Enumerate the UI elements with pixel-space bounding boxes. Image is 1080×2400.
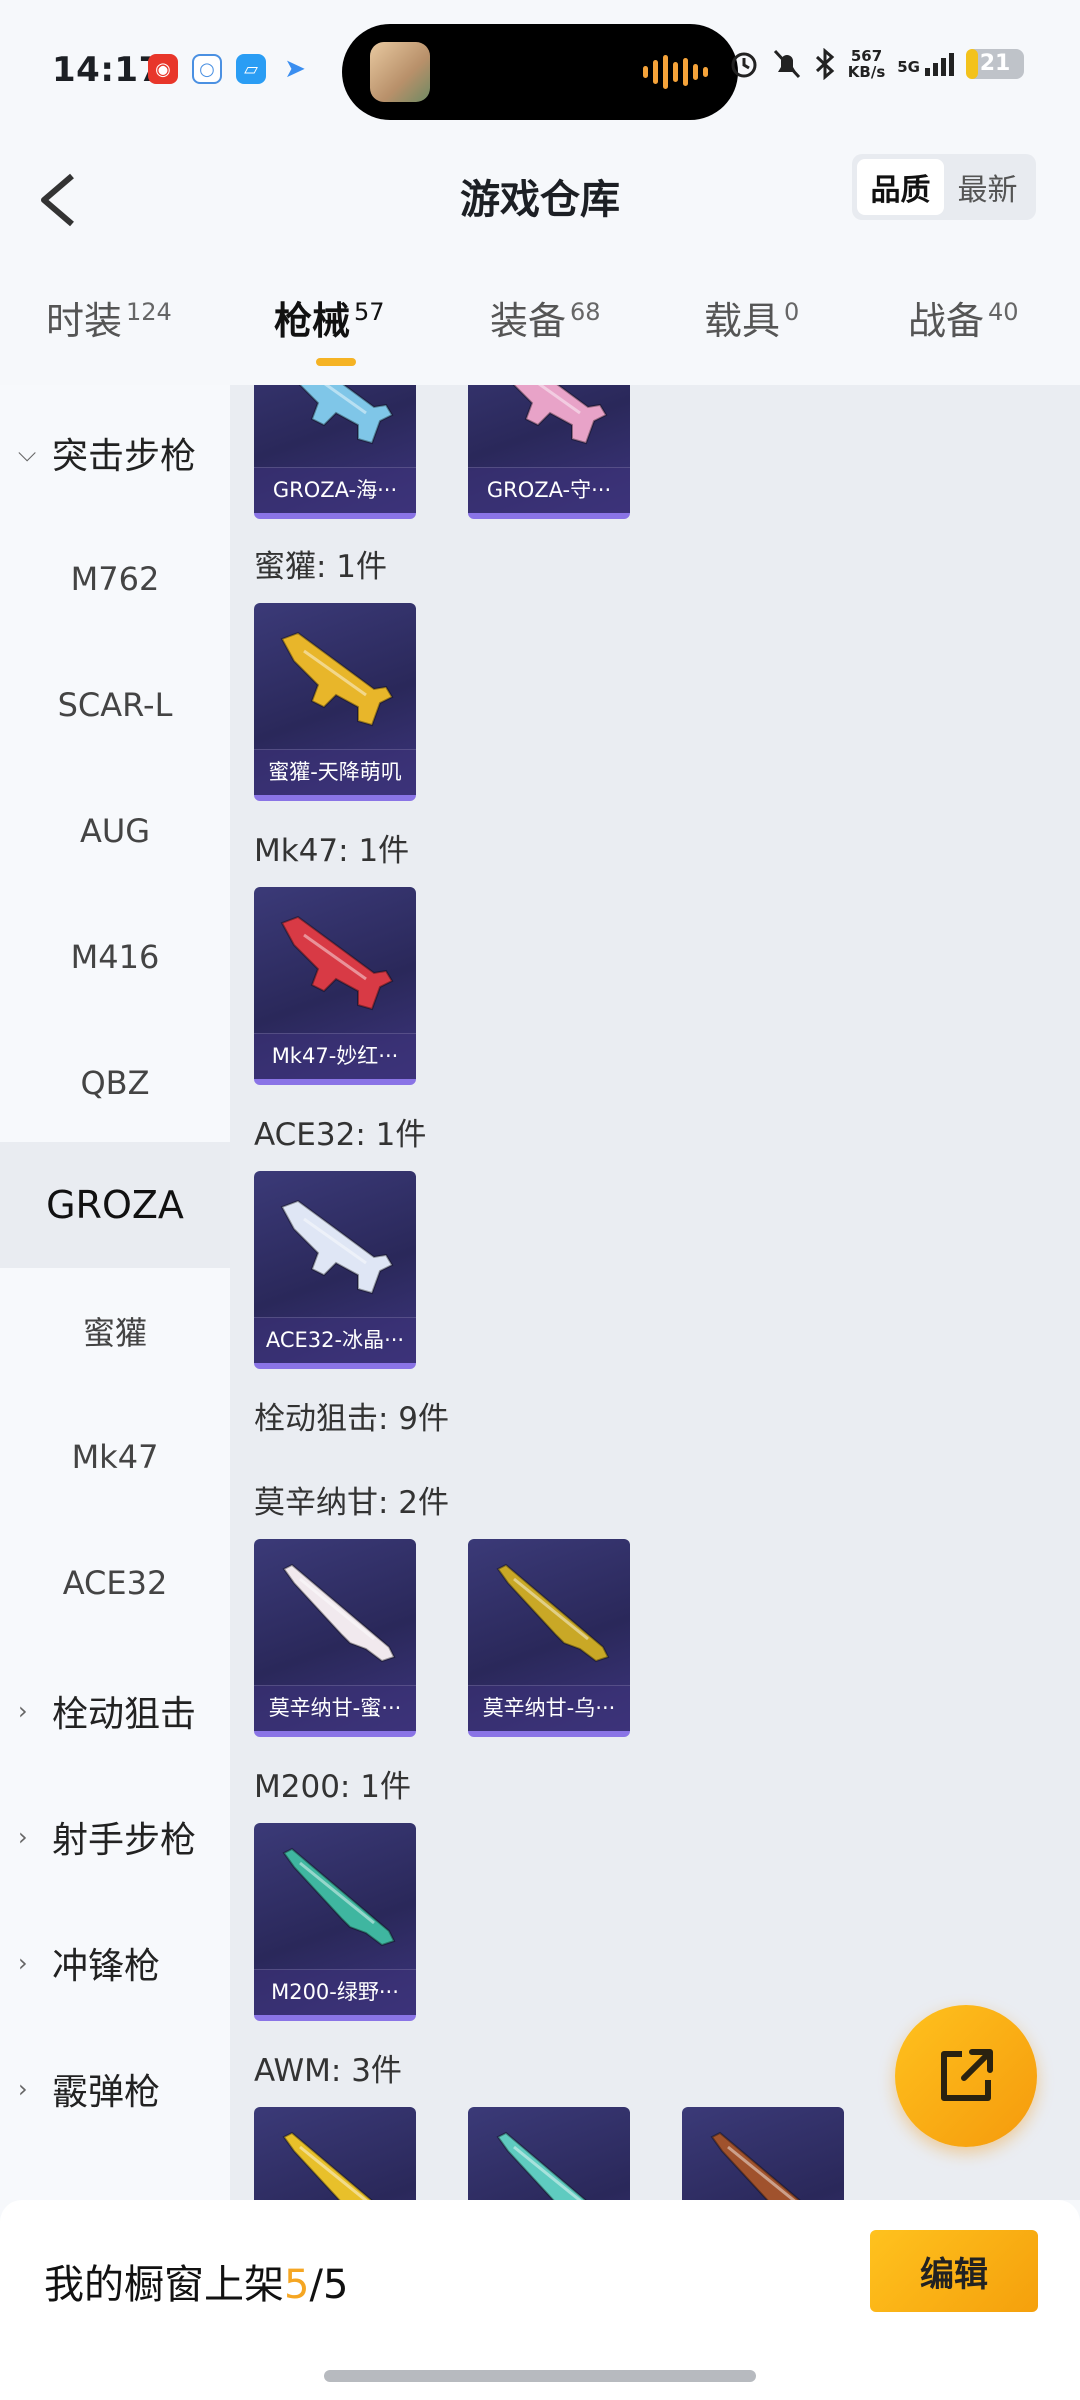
share-button[interactable]: [895, 2005, 1037, 2147]
cellular-signal-icon: 5G: [897, 52, 954, 76]
category-tabs: 时装 124 枪械 57 装备 68 载具 0 战备 40: [0, 270, 1080, 385]
chat-app-icon: ○: [192, 54, 222, 84]
item-card[interactable]: [254, 2107, 416, 2200]
item-card-label: M200-绿野···: [254, 1969, 416, 2015]
item-card[interactable]: M200-绿野···: [254, 1823, 416, 2021]
sort-toggle[interactable]: 品质 最新: [852, 154, 1036, 220]
home-indicator[interactable]: [324, 2370, 756, 2382]
audio-wave-icon: [643, 54, 708, 90]
sidebar-item-mk47[interactable]: Mk47: [0, 1394, 230, 1520]
gun-skin-image: [282, 1563, 396, 1663]
gun-skin-image: [298, 385, 394, 445]
category-sidebar: ⌵ 突击步枪 M762 SCAR-L AUG M416 QBZ GROZA 蜜獾 …: [0, 385, 230, 2200]
section-title: AWM: 3件: [254, 2053, 402, 2089]
sidebar-item-aug[interactable]: AUG: [0, 768, 230, 894]
sidebar-group-assault-rifle[interactable]: ⌵ 突击步枪: [0, 390, 230, 516]
sidebar-item-honey-badger[interactable]: 蜜獾: [0, 1268, 230, 1394]
alarm-icon: [731, 52, 757, 78]
item-card[interactable]: 蜜獾-天降萌叽: [254, 603, 416, 801]
section-title: 蜜獾: 1件: [254, 549, 388, 585]
gun-skin-image: [710, 2131, 801, 2200]
item-card-label: GROZA-海···: [254, 467, 416, 513]
item-card[interactable]: ACE32-冰晶···: [254, 1171, 416, 1369]
item-grid: GROZA-海··· GROZA-守··· 蜜獾: 1件 蜜獾-天降萌叽 Mk4…: [230, 385, 1080, 2200]
section-title: 栓动狙击: 9件: [254, 1401, 450, 1437]
gun-skin-image: [280, 631, 394, 727]
sort-option-quality[interactable]: 品质: [857, 159, 944, 215]
chevron-right-icon: ›: [18, 1949, 28, 1977]
sort-option-latest[interactable]: 最新: [944, 159, 1031, 215]
section-title: 莫辛纳甘: 2件: [254, 1485, 450, 1521]
section-title: ACE32: 1件: [254, 1117, 427, 1153]
item-card-label: 莫辛纳甘-乌···: [468, 1685, 630, 1731]
bluetooth-icon: [815, 48, 835, 80]
gun-silhouette: [496, 2131, 587, 2200]
section-title: Mk47: 1件: [254, 833, 410, 869]
item-card[interactable]: [468, 2107, 630, 2200]
notification-icons: ◉ ○ ▱ ➤: [148, 54, 310, 84]
sidebar-group-shotgun[interactable]: › 霰弹枪: [0, 2026, 230, 2152]
tab-supplies[interactable]: 战备 40: [908, 290, 1019, 345]
sidebar-group-bolt-sniper[interactable]: › 栓动狙击: [0, 1648, 230, 1774]
sidebar-item-qbz[interactable]: QBZ: [0, 1020, 230, 1146]
gun-silhouette: [280, 915, 394, 1011]
system-icons: 567 KB/s 5G 21: [728, 48, 1024, 80]
chevron-down-icon: ⌵: [18, 439, 37, 467]
item-card-label: 莫辛纳甘-蜜···: [254, 1685, 416, 1731]
gun-skin-image: [282, 2131, 373, 2200]
gun-skin-image: [512, 385, 608, 445]
sidebar-item-m416[interactable]: M416: [0, 894, 230, 1020]
item-card[interactable]: 莫辛纳甘-蜜···: [254, 1539, 416, 1737]
item-card-label: ACE32-冰晶···: [254, 1317, 416, 1363]
shelf-status: 我的橱窗上架5/5: [44, 2262, 349, 2308]
tab-guns[interactable]: 枪械 57: [274, 290, 385, 345]
gun-skin-image: [496, 2131, 587, 2200]
play-app-icon: ➤: [284, 54, 306, 84]
gun-silhouette: [710, 2131, 801, 2200]
sidebar-item-groza[interactable]: GROZA: [0, 1142, 230, 1268]
page-header: 游戏仓库 品质 最新: [0, 140, 1080, 270]
sidebar-group-marksman-rifle[interactable]: › 射手步枪: [0, 1774, 230, 1900]
gun-skin-image: [282, 1847, 396, 1947]
item-card[interactable]: 莫辛纳甘-乌···: [468, 1539, 630, 1737]
dynamic-island[interactable]: [342, 24, 738, 120]
status-bar: 14:17 ◉ ○ ▱ ➤ 567 KB/s 5G 21: [0, 0, 1080, 140]
tab-fashion[interactable]: 时装 124: [46, 290, 172, 345]
item-card[interactable]: Mk47-妙红···: [254, 887, 416, 1085]
sidebar-item-m762[interactable]: M762: [0, 516, 230, 642]
item-card[interactable]: GROZA-海···: [254, 385, 416, 519]
battery-icon: 21: [966, 49, 1024, 79]
gun-skin-image: [496, 1563, 610, 1663]
share-external-icon: [941, 2049, 993, 2101]
gun-skin-image: [280, 1199, 394, 1295]
status-time: 14:17: [52, 50, 163, 90]
item-card-label: Mk47-妙红···: [254, 1033, 416, 1079]
active-tab-indicator: [316, 358, 356, 366]
bottom-bar: 我的橱窗上架5/5 编辑: [0, 2200, 1080, 2400]
tab-vehicles[interactable]: 载具 0: [704, 290, 799, 345]
music-app-icon: ◉: [148, 54, 178, 84]
gun-silhouette: [280, 1199, 394, 1295]
item-card-label: 蜜獾-天降萌叽: [254, 749, 416, 795]
section-title: M200: 1件: [254, 1769, 411, 1805]
drive-app-icon: ▱: [236, 54, 266, 84]
sidebar-item-scar-l[interactable]: SCAR-L: [0, 642, 230, 768]
item-card[interactable]: GROZA-守···: [468, 385, 630, 519]
item-card[interactable]: [682, 2107, 844, 2200]
tab-equipment[interactable]: 装备 68: [490, 290, 601, 345]
chevron-right-icon: ›: [18, 1823, 28, 1851]
chevron-right-icon: ›: [18, 2075, 28, 2103]
network-speed: 567 KB/s: [847, 47, 886, 81]
chevron-right-icon: ›: [18, 1697, 28, 1725]
gun-silhouette: [282, 2131, 373, 2200]
sidebar-group-smg[interactable]: › 冲锋枪: [0, 1900, 230, 2026]
item-card-label: GROZA-守···: [468, 467, 630, 513]
media-avatar: [370, 42, 430, 102]
edit-button[interactable]: 编辑: [870, 2230, 1038, 2312]
mute-icon: [773, 49, 800, 79]
gun-silhouette: [280, 631, 394, 727]
gun-skin-image: [280, 915, 394, 1011]
sidebar-item-ace32[interactable]: ACE32: [0, 1520, 230, 1646]
